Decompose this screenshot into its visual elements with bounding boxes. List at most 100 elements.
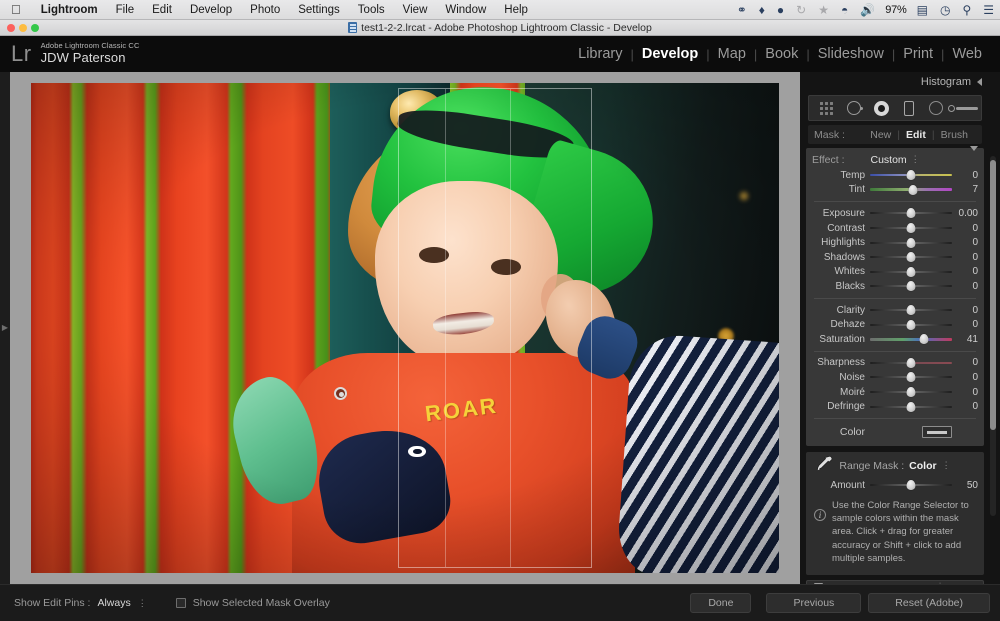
done-button[interactable]: Done <box>690 593 752 613</box>
identity-plate[interactable]: Lr Adobe Lightroom Classic CC JDW Paters… <box>0 42 139 66</box>
chevron-updown-icon[interactable]: ⋮ <box>138 598 147 609</box>
slider-track[interactable] <box>870 480 952 491</box>
slider-highlights[interactable]: Highlights 0 <box>806 235 984 250</box>
slider-moire[interactable]: Moiré 0 <box>806 385 984 400</box>
slider-amount[interactable]: Amount 50 <box>806 478 984 493</box>
slider-track[interactable] <box>870 252 952 263</box>
range-mask-value[interactable]: Color <box>909 460 936 472</box>
mask-option-edit[interactable]: Edit <box>900 129 932 141</box>
slider-track[interactable] <box>870 170 952 181</box>
color-range-selector-icon[interactable] <box>814 454 834 474</box>
slider-noise[interactable]: Noise 0 <box>806 370 984 385</box>
effect-value[interactable]: Custom <box>871 154 907 166</box>
slider-track[interactable] <box>870 237 952 248</box>
dropbox-icon[interactable]: ♦ <box>753 4 771 16</box>
battery-charging-icon[interactable]: ▤ <box>911 4 934 16</box>
adjustment-brush-tool[interactable] <box>948 99 979 117</box>
menu-item-help[interactable]: Help <box>495 4 537 16</box>
right-panel-scrollbar-thumb[interactable] <box>990 160 996 430</box>
slider-track[interactable] <box>870 357 952 368</box>
slider-clarity[interactable]: Clarity 0 <box>806 303 984 318</box>
slider-sharpness[interactable]: Sharpness 0 <box>806 356 984 371</box>
show-mask-overlay-label[interactable]: Show Selected Mask Overlay <box>193 597 330 609</box>
maximize-icon[interactable] <box>31 24 39 32</box>
close-icon[interactable] <box>7 24 15 32</box>
slider-blacks[interactable]: Blacks 0 <box>806 279 984 294</box>
slider-track[interactable] <box>870 334 952 345</box>
slider-track[interactable] <box>870 387 952 398</box>
graduated-filter-tool[interactable] <box>899 99 919 117</box>
color-swatch-button[interactable] <box>922 425 952 438</box>
slider-defringe[interactable]: Defringe 0 <box>806 399 984 414</box>
chevron-down-icon[interactable] <box>970 145 978 169</box>
radial-filter-tool[interactable] <box>926 99 946 117</box>
slider-saturation[interactable]: Saturation 41 <box>806 332 984 347</box>
slider-track[interactable] <box>870 305 952 316</box>
slider-contrast[interactable]: Contrast 0 <box>806 221 984 236</box>
photo-preview[interactable]: ROAR <box>31 83 779 573</box>
search-icon[interactable]: ⚲ <box>956 4 977 16</box>
slider-track[interactable] <box>870 208 952 219</box>
show-edit-pins-value[interactable]: Always <box>97 597 130 609</box>
menu-item-edit[interactable]: Edit <box>143 4 181 16</box>
slider-label: Exposure <box>822 207 865 219</box>
module-slideshow[interactable]: Slideshow <box>810 46 892 62</box>
reset-adobe-button[interactable]: Reset (Adobe) <box>868 593 990 613</box>
histogram-panel-header[interactable]: Histogram <box>800 72 990 92</box>
slider-shadows[interactable]: Shadows 0 <box>806 250 984 265</box>
red-eye-correction-tool[interactable] <box>871 99 891 117</box>
radial-filter-pin[interactable] <box>333 386 347 400</box>
module-develop[interactable]: Develop <box>634 46 706 62</box>
menu-item-file[interactable]: File <box>107 4 144 16</box>
chevron-updown-icon[interactable]: ⋮ <box>942 460 951 471</box>
slider-track[interactable] <box>870 266 952 277</box>
slider-track[interactable] <box>870 281 952 292</box>
minimize-icon[interactable] <box>19 24 27 32</box>
slider-track[interactable] <box>870 401 952 412</box>
menu-item-view[interactable]: View <box>394 4 437 16</box>
wifi-icon[interactable]: ◓ <box>835 4 854 16</box>
effect-row[interactable]: Effect : Custom ⋮ <box>806 145 984 169</box>
image-canvas[interactable]: ROAR <box>10 72 800 584</box>
module-map[interactable]: Map <box>710 46 754 62</box>
spot-removal-tool[interactable] <box>844 99 864 117</box>
apple-icon[interactable]:  <box>0 3 32 16</box>
slider-whites[interactable]: Whites 0 <box>806 265 984 280</box>
previous-button[interactable]: Previous <box>766 593 862 613</box>
slider-tint[interactable]: Tint 7 <box>806 183 984 198</box>
module-library[interactable]: Library <box>570 46 630 62</box>
module-web[interactable]: Web <box>944 46 990 62</box>
collapse-arrow-icon[interactable] <box>977 78 982 86</box>
chevron-updown-icon[interactable]: ⋮ <box>911 154 920 165</box>
color-row[interactable]: Color <box>806 423 984 441</box>
menu-item-tools[interactable]: Tools <box>349 4 394 16</box>
crop-overlay-tool[interactable] <box>817 99 837 117</box>
slider-exposure[interactable]: Exposure 0.00 <box>806 206 984 221</box>
left-panel-collapsed[interactable]: ▶ <box>0 72 10 584</box>
volume-icon[interactable]: 🔊 <box>854 4 881 16</box>
show-mask-overlay-checkbox[interactable] <box>175 598 186 608</box>
slider-temp[interactable]: Temp 0 <box>806 168 984 183</box>
slider-track[interactable] <box>870 184 952 195</box>
window-controls[interactable] <box>7 24 39 32</box>
clock-icon[interactable]: ◷ <box>934 4 956 16</box>
menu-item-photo[interactable]: Photo <box>241 4 289 16</box>
location-icon[interactable]: ● <box>771 4 790 16</box>
menu-item-settings[interactable]: Settings <box>289 4 349 16</box>
module-book[interactable]: Book <box>757 46 806 62</box>
menu-item-develop[interactable]: Develop <box>181 4 241 16</box>
module-print[interactable]: Print <box>895 46 941 62</box>
slider-track[interactable] <box>870 319 952 330</box>
time-machine-icon[interactable]: ↻ <box>790 4 812 16</box>
control-center-icon[interactable]: ☰ <box>977 4 1000 16</box>
slider-dehaze[interactable]: Dehaze 0 <box>806 317 984 332</box>
mask-option-brush[interactable]: Brush <box>935 129 974 141</box>
slider-track[interactable] <box>870 372 952 383</box>
chevron-right-icon[interactable]: ▶ <box>2 324 8 332</box>
bluetooth-icon[interactable]: ★ <box>812 4 835 16</box>
menu-item-window[interactable]: Window <box>436 4 495 16</box>
menu-item-lightroom[interactable]: Lightroom <box>32 4 107 16</box>
slider-track[interactable] <box>870 223 952 234</box>
creative-cloud-icon[interactable]: ⚭ <box>731 4 753 16</box>
mask-option-new[interactable]: New <box>864 129 897 141</box>
